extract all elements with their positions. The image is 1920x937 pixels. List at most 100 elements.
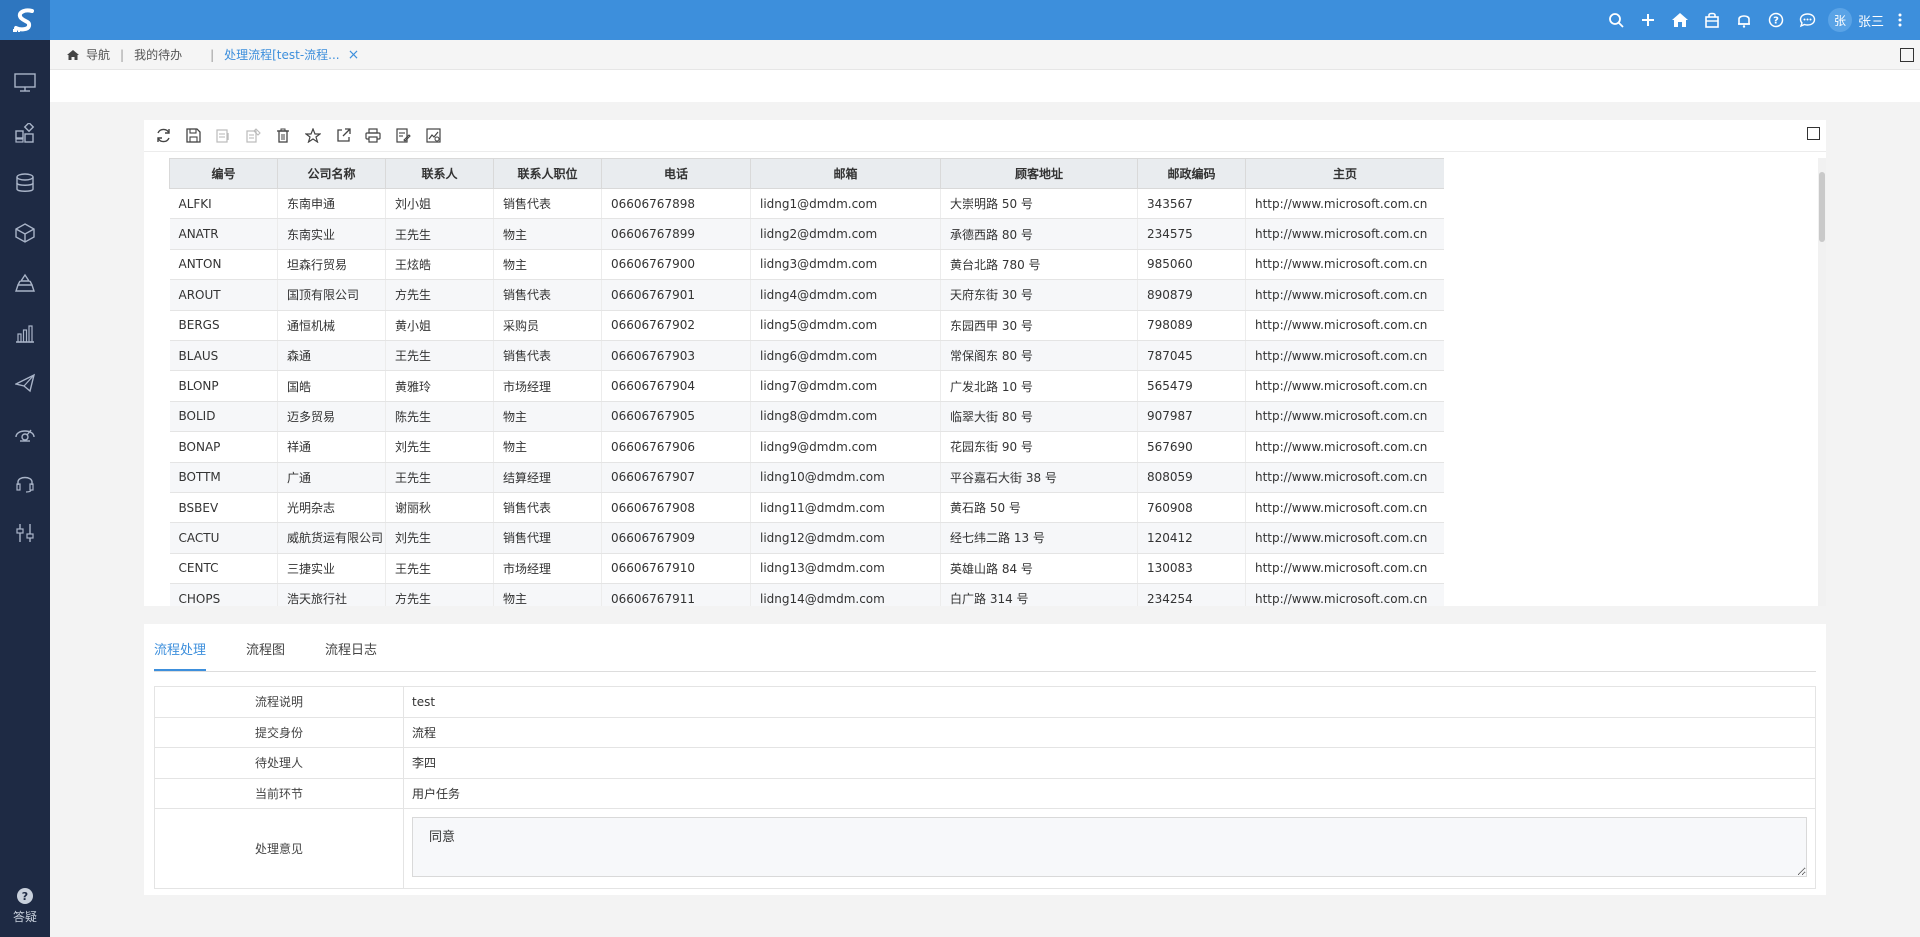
table-cell[interactable]: 907987 [1137, 401, 1246, 433]
table-cell[interactable]: 市场经理 [493, 370, 602, 402]
table-cell[interactable]: http://www.microsoft.com.cn [1245, 401, 1444, 433]
tab-flow-chart[interactable]: 流程图 [246, 636, 285, 671]
table-row[interactable]: BLONP 国皓 黄雅玲 市场经理 06606767904 lidng7@dmdm.com… [169, 370, 1444, 402]
breadcrumb-todo[interactable]: 我的待办 [134, 46, 182, 63]
export-icon[interactable] [328, 121, 358, 151]
table-cell[interactable]: 06606767905 [601, 401, 751, 433]
tab-process-flow[interactable]: 处理流程[test-流程... [224, 46, 340, 63]
column-header[interactable]: 编号 [169, 158, 278, 189]
table-cell[interactable]: BONAP [169, 431, 278, 463]
table-cell[interactable]: 白广路 314 号 [940, 583, 1138, 606]
chart-settings-icon[interactable] [418, 121, 448, 151]
cube-icon[interactable] [0, 208, 50, 258]
table-cell[interactable]: 234254 [1137, 583, 1246, 606]
table-row[interactable]: BONAP 祥通 刘先生 物主 06606767906 lidng9@dmdm.com 花园… [169, 431, 1444, 463]
table-cell[interactable]: http://www.microsoft.com.cn [1245, 431, 1444, 463]
table-cell[interactable]: http://www.microsoft.com.cn [1245, 462, 1444, 493]
table-cell[interactable]: 890879 [1137, 279, 1246, 311]
table-row[interactable]: BSBEV 光明杂志 谢丽秋 销售代表 06606767908 lidng11@dmdm.… [169, 492, 1444, 524]
table-cell[interactable]: lidng6@dmdm.com [750, 340, 941, 372]
table-cell[interactable]: http://www.microsoft.com.cn [1245, 583, 1444, 606]
table-cell[interactable]: 迈多贸易 [277, 401, 386, 433]
maximize-icon[interactable] [1900, 48, 1914, 62]
table-cell[interactable]: 方先生 [385, 279, 494, 311]
table-cell[interactable]: 06606767900 [601, 249, 751, 281]
table-cell[interactable]: http://www.microsoft.com.cn [1245, 188, 1444, 220]
table-cell[interactable]: 黄雅玲 [385, 370, 494, 402]
table-cell[interactable]: 物主 [493, 583, 602, 606]
breadcrumb-home[interactable]: 导航 [66, 46, 110, 63]
table-cell[interactable]: http://www.microsoft.com.cn [1245, 279, 1444, 311]
table-cell[interactable]: 销售代表 [493, 188, 602, 220]
table-cell[interactable]: AROUT [169, 279, 278, 311]
table-cell[interactable]: 王先生 [385, 553, 494, 585]
table-cell[interactable]: 坦森行贸易 [277, 249, 386, 281]
table-cell[interactable]: lidng10@dmdm.com [750, 462, 941, 493]
table-cell[interactable]: 王先生 [385, 462, 494, 493]
table-cell[interactable]: ANATR [169, 218, 278, 250]
table-cell[interactable]: 06606767903 [601, 340, 751, 372]
table-cell[interactable]: 06606767902 [601, 310, 751, 341]
bell-icon[interactable] [1728, 0, 1760, 40]
table-cell[interactable]: 国顶有限公司 [277, 279, 386, 311]
close-icon[interactable]: × [348, 47, 360, 63]
search-icon[interactable] [1600, 0, 1632, 40]
table-cell[interactable]: 花园东街 90 号 [940, 431, 1138, 463]
table-cell[interactable]: 国皓 [277, 370, 386, 402]
user-name[interactable]: 张三 [1858, 11, 1884, 30]
table-cell[interactable]: lidng5@dmdm.com [750, 310, 941, 341]
table-cell[interactable]: 市场经理 [493, 553, 602, 585]
tab-flow-log[interactable]: 流程日志 [325, 636, 377, 671]
table-cell[interactable]: 承德西路 80 号 [940, 218, 1138, 250]
app-logo[interactable] [0, 0, 50, 40]
column-header[interactable]: 顾客地址 [940, 158, 1138, 189]
help-icon[interactable]: ? [1760, 0, 1792, 40]
table-row[interactable]: CHOPS 浩天旅行社 方先生 物主 06606767911 lidng14@dmdm.c… [169, 583, 1444, 606]
table-cell[interactable]: lidng4@dmdm.com [750, 279, 941, 311]
table-cell[interactable]: http://www.microsoft.com.cn [1245, 553, 1444, 585]
table-cell[interactable]: 黄台北路 780 号 [940, 249, 1138, 281]
table-cell[interactable]: 销售代表 [493, 340, 602, 372]
table-cell[interactable]: 黄小姐 [385, 310, 494, 341]
table-cell[interactable]: lidng12@dmdm.com [750, 522, 941, 554]
table-cell[interactable]: 798089 [1137, 310, 1246, 341]
table-cell[interactable]: 物主 [493, 401, 602, 433]
table-cell[interactable]: lidng13@dmdm.com [750, 553, 941, 585]
avatar[interactable]: 张 [1827, 8, 1852, 32]
column-header[interactable]: 主页 [1245, 158, 1444, 189]
table-cell[interactable]: 经七纬二路 13 号 [940, 522, 1138, 554]
table-cell[interactable]: http://www.microsoft.com.cn [1245, 249, 1444, 281]
table-cell[interactable]: 565479 [1137, 370, 1246, 402]
table-cell[interactable]: 平谷嘉石大街 38 号 [940, 462, 1138, 493]
column-header[interactable]: 邮箱 [750, 158, 941, 189]
opinion-textarea[interactable]: 同意 [412, 817, 1807, 877]
table-cell[interactable]: 广通 [277, 462, 386, 493]
table-row[interactable]: AROUT 国顶有限公司 方先生 销售代表 06606767901 lidng4@dmdm… [169, 279, 1444, 311]
table-cell[interactable]: 森通 [277, 340, 386, 372]
table-row[interactable]: BLAUS 森通 王先生 销售代表 06606767903 lidng6@dmdm.com… [169, 340, 1444, 372]
table-row[interactable]: ANTON 坦森行贸易 王炫皓 物主 06606767900 lidng3@dmdm.co… [169, 249, 1444, 281]
table-row[interactable]: CENTC 三捷实业 王先生 市场经理 06606767910 lidng13@dmdm.… [169, 553, 1444, 585]
table-cell[interactable]: 06606767910 [601, 553, 751, 585]
gauge-icon[interactable] [0, 408, 50, 458]
table-cell[interactable]: ANTON [169, 249, 278, 281]
table-cell[interactable]: 343567 [1137, 188, 1246, 220]
table-row[interactable]: BOTTM 广通 王先生 结算经理 06606767907 lidng10@dmdm.co… [169, 462, 1444, 493]
table-cell[interactable]: 黄石路 50 号 [940, 492, 1138, 524]
table-cell[interactable]: 光明杂志 [277, 492, 386, 524]
table-cell[interactable]: lidng8@dmdm.com [750, 401, 941, 433]
table-cell[interactable]: 808059 [1137, 462, 1246, 493]
table-row[interactable]: ANATR 东南实业 王先生 物主 06606767899 lidng2@dmdm.com… [169, 218, 1444, 250]
table-cell[interactable]: 常保阁东 80 号 [940, 340, 1138, 372]
table-cell[interactable]: lidng14@dmdm.com [750, 583, 941, 606]
table-cell[interactable]: BLAUS [169, 340, 278, 372]
table-cell[interactable]: 通恒机械 [277, 310, 386, 341]
table-cell[interactable]: 234575 [1137, 218, 1246, 250]
table-row[interactable]: BOLID 迈多贸易 陈先生 物主 06606767905 lidng8@dmdm.com… [169, 401, 1444, 433]
table-cell[interactable]: CACTU [169, 522, 278, 554]
table-cell[interactable]: 威航货运有限公司 [277, 522, 386, 554]
table-cell[interactable]: 787045 [1137, 340, 1246, 372]
table-cell[interactable]: 06606767901 [601, 279, 751, 311]
table-cell[interactable]: 祥通 [277, 431, 386, 463]
table-cell[interactable]: 760908 [1137, 492, 1246, 524]
